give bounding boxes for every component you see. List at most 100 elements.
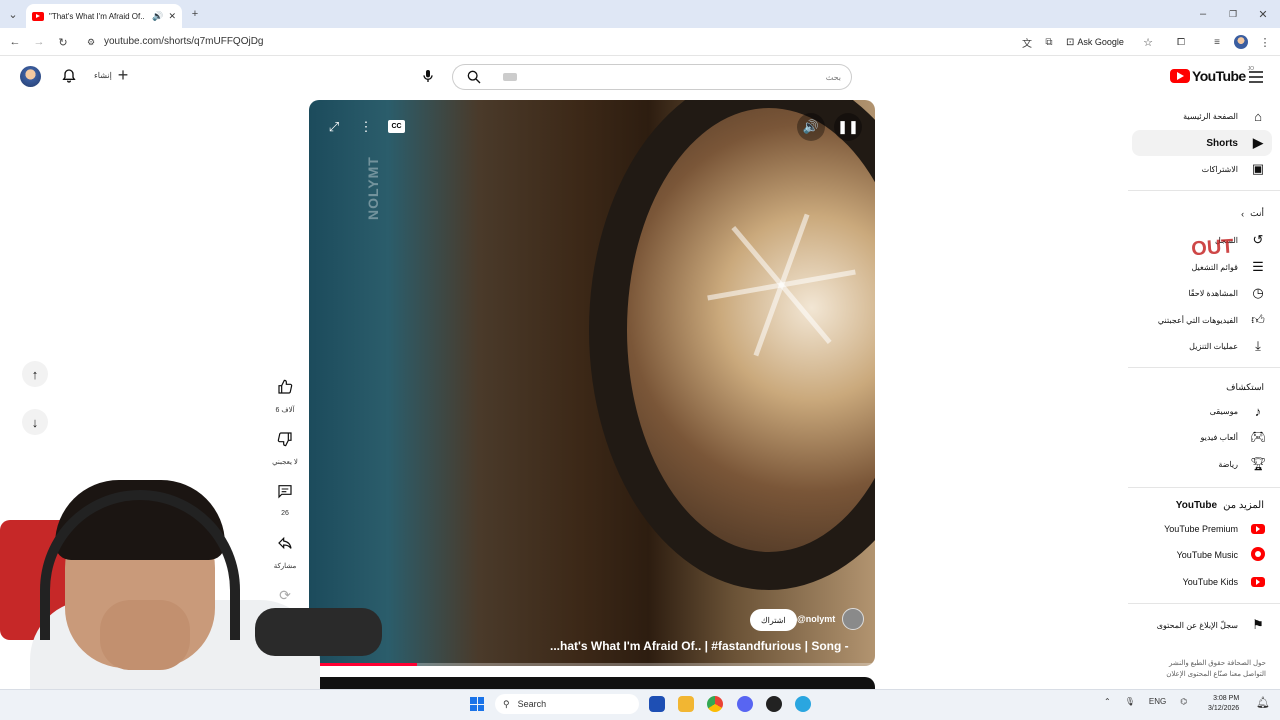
- yt-kids-icon: [1250, 575, 1266, 590]
- translate-icon[interactable]: 文: [1018, 33, 1036, 51]
- sidebar-item-subscriptions[interactable]: الاشتراكات ▣: [1132, 156, 1272, 182]
- sidebar-footer-links[interactable]: حول الصحافة حقوق الطبع والنشر التواصل مع…: [1148, 658, 1266, 680]
- previous-short-arrow-icon[interactable]: ↑: [22, 361, 48, 387]
- browser-menu-icon[interactable]: ⋮: [1256, 33, 1274, 51]
- download-icon: ⤓: [1255, 338, 1261, 353]
- youtube-play-icon: [1170, 69, 1190, 83]
- reload-icon[interactable]: ↻: [54, 33, 72, 51]
- network-icon[interactable]: ⌬: [1180, 697, 1187, 706]
- notifications-bell-icon[interactable]: [61, 68, 77, 89]
- site-info-icon[interactable]: ⚙: [82, 33, 100, 51]
- sidebar-item-home[interactable]: الصفحة الرئيسية ⌂: [1132, 103, 1272, 129]
- store-icon[interactable]: [649, 696, 665, 712]
- shorts-video-player[interactable]: NOLYMT: [309, 100, 875, 666]
- sidebar-item-shorts[interactable]: Shorts ▶: [1132, 130, 1272, 156]
- voice-search-icon[interactable]: [420, 68, 436, 89]
- search-button[interactable]: [459, 66, 489, 88]
- like-action[interactable]: 6 آلاف: [265, 374, 305, 414]
- sidebar-item-youtube-music[interactable]: YouTube Music: [1132, 542, 1272, 568]
- youtube-favicon-icon: [32, 11, 44, 21]
- yt-music-icon: [1250, 546, 1266, 564]
- new-tab-icon[interactable]: +: [186, 5, 204, 23]
- dislike-action[interactable]: لا يعجبني: [265, 426, 305, 466]
- tab-list-icon[interactable]: ⌄: [4, 5, 22, 23]
- footer-line[interactable]: التواصل معنا صنّاع المحتوى الإعلان: [1148, 669, 1266, 680]
- close-window-icon[interactable]: ✕: [1254, 5, 1272, 23]
- windows-start-icon[interactable]: [470, 697, 484, 711]
- speaker-icon[interactable]: 🔊: [152, 11, 163, 22]
- install-app-icon[interactable]: ⧉: [1040, 33, 1058, 51]
- sidebar-item-watch-later[interactable]: المشاهدة لاحقًا ◷: [1132, 280, 1272, 306]
- back-icon[interactable]: ←: [6, 33, 24, 51]
- ask-google-button[interactable]: ⊡ Ask Google: [1066, 34, 1124, 50]
- account-avatar[interactable]: [20, 66, 41, 87]
- captions-button[interactable]: CC: [388, 120, 405, 133]
- you-heading-label: أنت: [1250, 208, 1264, 218]
- hamburger-menu-icon[interactable]: [1249, 70, 1263, 88]
- extensions-icon[interactable]: ⧠: [1172, 33, 1190, 51]
- subscribe-button[interactable]: اشتراك: [750, 609, 797, 631]
- volume-icon[interactable]: 🔊: [797, 113, 825, 141]
- thumbs-down-icon[interactable]: [272, 426, 298, 452]
- browser-tab[interactable]: "That's What I'm Afraid Of.. 🔊 ✕: [26, 4, 182, 28]
- search-box[interactable]: [493, 64, 852, 90]
- sidebar-item-label: الصفحة الرئيسية: [1183, 111, 1238, 121]
- sidebar-item-label: موسيقى: [1209, 406, 1238, 416]
- keyboard-icon[interactable]: [503, 73, 517, 81]
- sidebar-item-report-history[interactable]: سجلّ الإبلاغ عن المحتوى ⚑: [1132, 612, 1272, 638]
- sidebar-item-downloads[interactable]: عمليات التنزيل ⤓: [1132, 333, 1272, 359]
- sidebar-item-youtube-premium[interactable]: YouTube Premium: [1132, 516, 1272, 542]
- discord-icon[interactable]: [737, 696, 753, 712]
- forward-icon[interactable]: →: [30, 33, 48, 51]
- youtube-logo[interactable]: YouTube JO: [1170, 66, 1254, 84]
- taskbar-search-label: Search: [517, 699, 547, 709]
- pause-icon[interactable]: ❚❚: [834, 113, 862, 141]
- channel-name[interactable]: @nolymt: [797, 614, 835, 624]
- url-text[interactable]: youtube.com/shorts/q7mUFFQOjDg: [104, 36, 264, 47]
- search-input[interactable]: [517, 72, 841, 82]
- sidebar-item-gaming[interactable]: ألعاب فيديو 🎮︎: [1132, 424, 1272, 450]
- more-options-icon[interactable]: ⋮: [352, 113, 380, 141]
- video-progress-bar[interactable]: [309, 663, 875, 666]
- sidebar-item-liked-videos[interactable]: الفيديوهات التي أعجبتني 👍︎: [1132, 307, 1272, 333]
- sidebar-item-label: YouTube Music: [1176, 550, 1238, 560]
- mic-tray-icon[interactable]: 🎙︎: [1125, 697, 1135, 706]
- sidebar-you-heading[interactable]: ‹ أنت: [1241, 208, 1264, 219]
- maximize-icon[interactable]: ❐: [1224, 5, 1242, 23]
- chrome-icon[interactable]: [707, 696, 723, 712]
- sidebar-explore-heading: استكشاف: [1226, 382, 1264, 393]
- create-button[interactable]: إنشاء +: [94, 66, 128, 84]
- footer-line[interactable]: حول الصحافة حقوق الطبع والنشر: [1148, 658, 1266, 669]
- sidebar-item-sports[interactable]: رياضة 🏆︎: [1132, 451, 1272, 477]
- video-title[interactable]: ...hat's What I'm Afraid Of.. | #fastand…: [550, 639, 865, 653]
- minimize-icon[interactable]: –: [1194, 5, 1212, 23]
- taskbar-search[interactable]: ⚲ Search: [495, 694, 639, 714]
- taskbar-clock[interactable]: 3:08 PM 3/12/2026: [1208, 694, 1239, 714]
- channel-avatar[interactable]: [842, 608, 864, 630]
- steam-icon[interactable]: [766, 696, 782, 712]
- sidebar-item-youtube-kids[interactable]: YouTube Kids: [1132, 569, 1272, 595]
- thumbs-up-icon[interactable]: [272, 374, 298, 400]
- file-explorer-icon[interactable]: [678, 696, 694, 712]
- bookmark-star-icon[interactable]: ☆: [1139, 33, 1157, 51]
- fullscreen-icon[interactable]: ⤢: [320, 113, 348, 141]
- sidebar-item-music[interactable]: موسيقى ♪: [1132, 398, 1272, 424]
- more-heading-label: المزيد من: [1223, 500, 1264, 511]
- logo-text: YouTube: [1192, 68, 1246, 84]
- profile-avatar-icon[interactable]: [1234, 35, 1248, 49]
- sidebar-item-label: YouTube Premium: [1164, 524, 1238, 534]
- next-short-arrow-icon[interactable]: ↓: [22, 409, 48, 435]
- sidebar-item-label: المشاهدة لاحقًا: [1188, 288, 1238, 298]
- sidebar-item-label: عمليات التنزيل: [1189, 341, 1238, 351]
- sidebar-more-heading: YouTube المزيد من: [1176, 500, 1264, 511]
- trophy-icon: 🏆︎: [1250, 456, 1267, 471]
- sidebar-divider: [1128, 190, 1280, 191]
- language-indicator[interactable]: ENG: [1149, 697, 1166, 706]
- app-icon[interactable]: [795, 696, 811, 712]
- notifications-icon[interactable]: 🔔︎: [1256, 696, 1270, 709]
- chevron-up-icon[interactable]: ⌃: [1104, 697, 1111, 706]
- watch-later-icon: ◷: [1252, 285, 1264, 300]
- media-controls-icon[interactable]: ≡: [1208, 33, 1226, 51]
- yt-premium-icon: [1250, 522, 1266, 537]
- close-tab-icon[interactable]: ✕: [168, 11, 176, 22]
